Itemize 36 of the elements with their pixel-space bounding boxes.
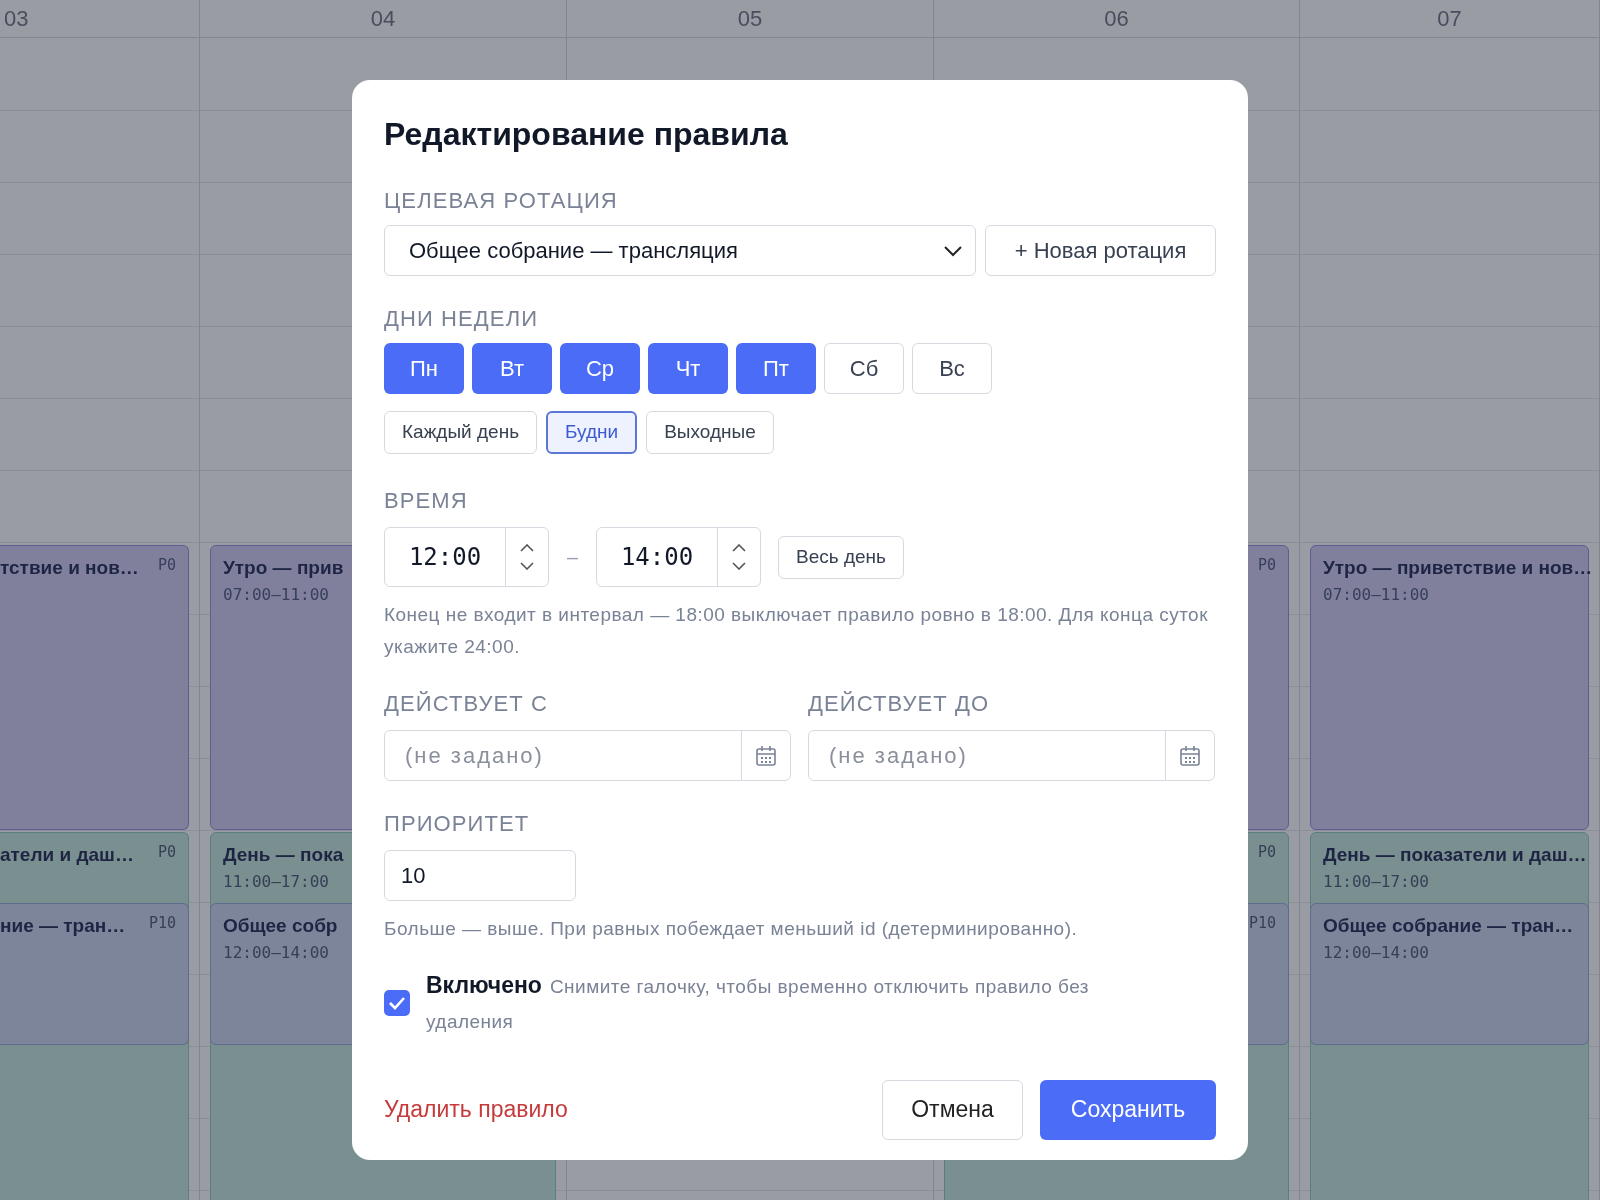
range-dash: –	[565, 545, 580, 570]
field-label: ЦЕЛЕВАЯ РОТАЦИЯ	[384, 187, 619, 215]
day-number: 07	[1437, 5, 1462, 33]
event-title: Утро — прив	[223, 556, 344, 580]
event-time: 11:00–17:00	[223, 870, 329, 893]
event-title: тствие и нов…	[0, 556, 139, 580]
priority-label: P10	[1248, 913, 1276, 934]
field-label: ДЕЙСТВУЕТ ДО	[808, 690, 991, 718]
field-label: ВРЕМЯ	[384, 487, 469, 515]
day-number: 06	[1104, 5, 1129, 33]
field-label: ДЕЙСТВУЕТ С	[384, 690, 550, 718]
priority-hint: Больше — выше. При равных побеждает меньший id (детерминированно).	[384, 917, 1079, 941]
checkbox-label: Включено Снимите галочку, чтобы временно отключить правило без удаления	[426, 970, 1090, 1034]
event-time: 07:00–11:00	[1323, 583, 1429, 606]
priority-label: P10	[148, 913, 176, 934]
day-number: 03	[4, 5, 29, 33]
day-number: 05	[737, 5, 763, 33]
field-label: ПРИОРИТЕТ	[384, 810, 531, 838]
priority-label: P0	[157, 555, 176, 576]
event-time: 07:00–11:00	[223, 583, 329, 606]
event-title: ние — тран…	[0, 914, 126, 938]
event-time: 12:00–14:00	[223, 941, 329, 964]
event-time: 11:00–17:00	[1323, 870, 1429, 893]
field-label: ДНИ НЕДЕЛИ	[384, 305, 540, 333]
priority-label: P0	[1257, 555, 1276, 576]
event-title: атели и даш…	[0, 843, 134, 867]
dialog-title: Редактирование правила	[384, 118, 789, 150]
event-title: Общее собрание — тран…	[1323, 914, 1574, 938]
priority-label: P0	[157, 842, 176, 863]
event-time: 12:00–14:00	[1323, 941, 1429, 964]
event-title: День — показатели и даш…	[1323, 843, 1587, 867]
priority-label: P0	[1257, 842, 1276, 863]
time-hint: Конец не входит в интервал — 18:00 выключает правило ровно в 18:00. Для конца суток укажите 24:00.	[384, 603, 1209, 659]
event-title: Общее собр	[223, 914, 338, 938]
day-number: 04	[370, 5, 396, 33]
event-title: День — пока	[223, 843, 344, 867]
